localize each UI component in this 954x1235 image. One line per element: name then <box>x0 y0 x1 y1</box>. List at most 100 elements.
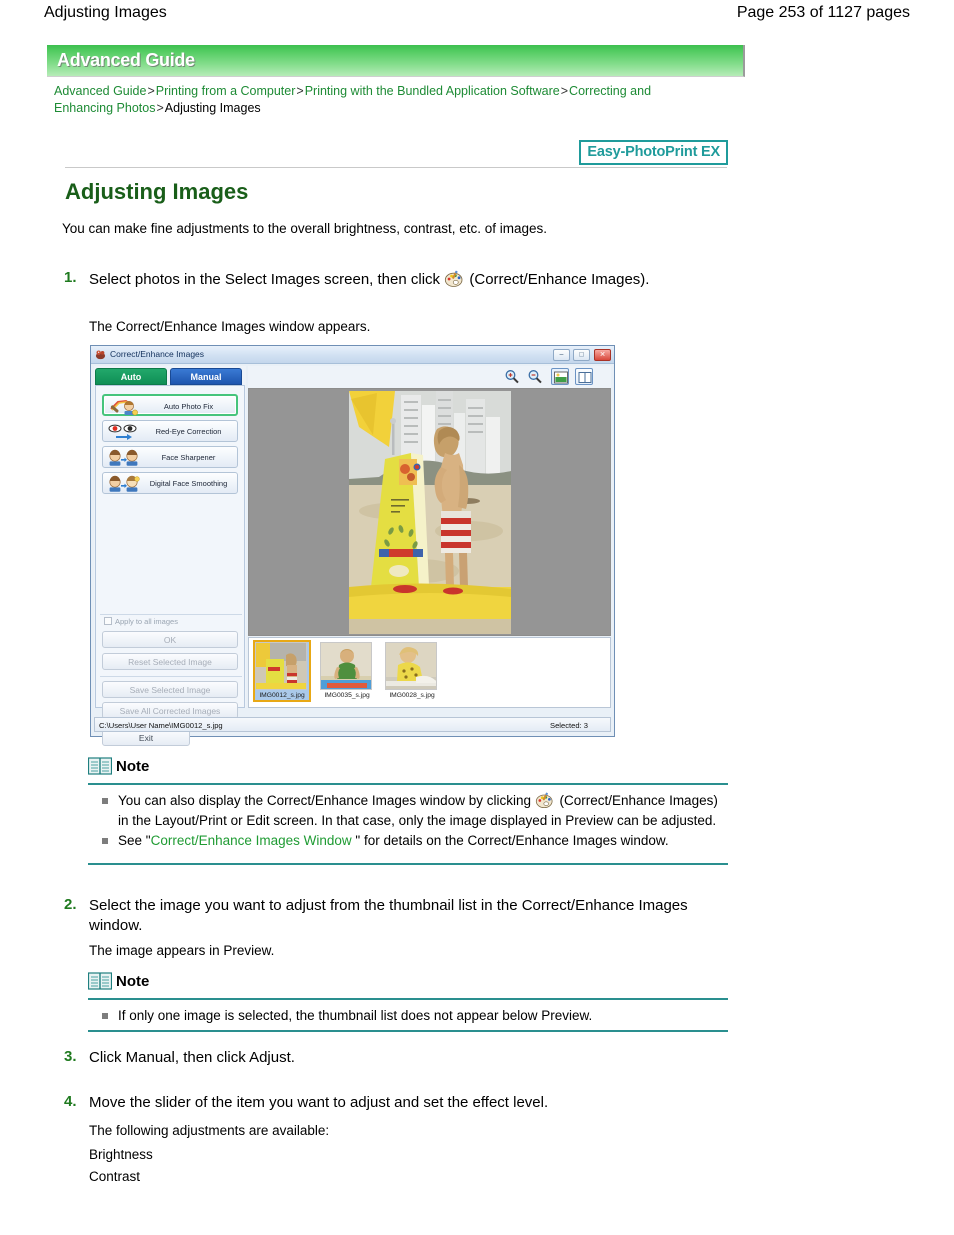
step-3-text: Click Manual, then click Adjust. <box>89 1049 295 1066</box>
app-tabs: Auto Manual <box>94 366 246 386</box>
correct-enhance-images-window-link[interactable]: Correct/Enhance Images Window <box>151 833 352 848</box>
breadcrumb-separator: > <box>296 84 304 98</box>
advanced-guide-banner-label: Advanced Guide <box>57 50 195 70</box>
step-2-number: 2. <box>64 896 77 913</box>
note-items: You can also display the Correct/Enhance… <box>100 791 720 851</box>
step-2-text: Select the image you want to adjust from… <box>89 897 688 934</box>
step-3-number: 3. <box>64 1048 77 1065</box>
ok-button[interactable]: OK <box>102 631 238 648</box>
app-statusbar: C:\Users\User Name\IMG0012_s.jpg Selecte… <box>94 717 611 732</box>
note-item-suffix: " for details on the Correct/Enhance Ima… <box>351 833 669 848</box>
app-logo-icon <box>95 349 106 360</box>
auto-photo-fix-label: Auto Photo Fix <box>163 402 214 411</box>
status-file-path: C:\Users\User Name\IMG0012_s.jpg <box>99 721 223 730</box>
save-selected-image-button[interactable]: Save Selected Image <box>102 681 238 698</box>
apply-to-all-images-checkbox[interactable]: Apply to all images <box>104 617 178 626</box>
thumbnail-item[interactable]: IMG0012_s.jpg <box>253 640 311 708</box>
note-block-1: Note You can also display the Correct/En… <box>87 757 728 865</box>
thumbnail-item[interactable]: IMG0028_s.jpg <box>385 642 441 708</box>
thumbnail-image <box>255 642 307 690</box>
breadcrumb-item-advanced-guide[interactable]: Advanced Guide <box>54 84 146 98</box>
red-eye-correction-icon <box>107 423 141 441</box>
step-1-text-after-icon: (Correct/Enhance Images). <box>469 271 650 288</box>
compare-view-icon[interactable] <box>575 368 593 385</box>
thumbnail-strip: IMG0012_s.jpg IMG0035_s.jpg IMG0028_s.jp… <box>248 637 611 708</box>
step-1-result: The Correct/Enhance Images window appear… <box>89 319 371 334</box>
breadcrumb-item-printing-with-bundled-software[interactable]: Printing with the Bundled Application So… <box>305 84 560 98</box>
content-title: Adjusting Images <box>65 179 249 204</box>
close-icon: ✕ <box>599 351 606 359</box>
thumbnail-label: IMG0012_s.jpg <box>259 692 305 699</box>
minimize-icon: – <box>559 351 564 359</box>
note-item-text-part1: You can also display the Correct/Enhance… <box>118 793 531 808</box>
correct-enhance-images-window: Correct/Enhance Images – □ ✕ Auto Manual <box>90 345 615 746</box>
step-1-number: 1. <box>64 269 77 286</box>
step-4-list-item-brightness: Brightness <box>89 1147 153 1162</box>
note-rule-top <box>88 998 728 1000</box>
note-list-item: You can also display the Correct/Enhance… <box>100 791 720 830</box>
maximize-icon: □ <box>579 351 584 359</box>
app-titlebar: Correct/Enhance Images – □ ✕ <box>91 346 614 364</box>
face-sharpener-label: Face Sharpener <box>161 453 216 462</box>
step-4-result: The following adjustments are available: <box>89 1123 330 1138</box>
panel-divider-1 <box>100 614 242 615</box>
page-number: Page 253 of 1127 pages <box>736 4 910 21</box>
digital-face-smoothing-label: Digital Face Smoothing <box>149 479 228 488</box>
thumbnail-image <box>385 642 437 690</box>
panel-divider-2 <box>100 676 242 677</box>
breadcrumb: Advanced Guide>Printing from a Computer>… <box>54 83 694 117</box>
apply-to-all-images-label: Apply to all images <box>115 617 178 626</box>
face-sharpener-button[interactable]: Face Sharpener <box>102 446 238 468</box>
auto-photo-fix-button[interactable]: Auto Photo Fix <box>102 394 238 416</box>
red-eye-correction-button[interactable]: Red-Eye Correction <box>102 420 238 442</box>
note-rule-bottom <box>88 1030 728 1032</box>
page-header: Adjusting Images Page 253 of 1127 pages <box>0 0 954 34</box>
preview-area[interactable] <box>248 388 611 636</box>
zoom-in-icon[interactable] <box>503 368 521 385</box>
tab-manual[interactable]: Manual <box>170 368 242 385</box>
note-rule-bottom <box>88 863 728 865</box>
app-right-panel: IMG0012_s.jpg IMG0035_s.jpg IMG0028_s.jp… <box>248 366 611 708</box>
breadcrumb-item-current: Adjusting Images <box>164 101 261 115</box>
digital-face-smoothing-icon <box>107 475 141 493</box>
breadcrumb-separator: > <box>156 101 164 115</box>
note-rule-top <box>88 783 728 785</box>
red-eye-correction-label: Red-Eye Correction <box>155 427 222 436</box>
thumbnail-image <box>320 642 372 690</box>
note-title: Note <box>116 758 150 775</box>
face-sharpener-icon <box>107 449 141 467</box>
minimize-button[interactable]: – <box>553 349 570 361</box>
close-button[interactable]: ✕ <box>594 349 611 361</box>
checkbox-box <box>104 617 112 625</box>
note-item-prefix: See " <box>118 833 151 848</box>
app-window-title: Correct/Enhance Images <box>110 349 205 359</box>
digital-face-smoothing-button[interactable]: Digital Face Smoothing <box>102 472 238 494</box>
palette-icon <box>444 269 465 289</box>
note-header: Note <box>87 972 728 994</box>
note-block-2: Note If only one image is selected, the … <box>87 972 728 1032</box>
preview-toolbar <box>248 366 611 388</box>
palette-icon <box>535 791 556 811</box>
breadcrumb-item-printing-from-a-computer[interactable]: Printing from a Computer <box>156 84 296 98</box>
step-4-list-item-contrast: Contrast <box>89 1169 141 1184</box>
auto-photo-fix-icon <box>108 398 142 416</box>
auto-panel: Auto Photo Fix Red-Eye Correction Face S… <box>95 385 245 746</box>
fit-to-window-icon[interactable] <box>551 368 569 385</box>
app-left-panel: Auto Manual Auto Photo Fix Red-Eye Corre… <box>94 366 246 746</box>
tab-auto[interactable]: Auto <box>95 368 167 385</box>
thumbnail-item[interactable]: IMG0035_s.jpg <box>320 642 376 708</box>
status-selected-count: Selected: 3 <box>550 721 588 730</box>
maximize-button[interactable]: □ <box>573 349 590 361</box>
thumbnail-label: IMG0035_s.jpg <box>324 692 370 699</box>
breadcrumb-separator: > <box>560 84 569 98</box>
preview-photo <box>348 391 511 634</box>
breadcrumb-separator: > <box>147 84 155 98</box>
note-title: Note <box>116 973 150 990</box>
step-1-text: Select photos in the Select Images scree… <box>89 269 689 290</box>
zoom-out-icon[interactable] <box>526 368 544 385</box>
reset-selected-image-button[interactable]: Reset Selected Image <box>102 653 238 670</box>
thumbnail-label: IMG0028_s.jpg <box>389 692 435 699</box>
page-title: Adjusting Images <box>44 4 167 21</box>
advanced-guide-banner: Advanced Guide <box>47 45 745 77</box>
note-header: Note <box>87 757 728 779</box>
